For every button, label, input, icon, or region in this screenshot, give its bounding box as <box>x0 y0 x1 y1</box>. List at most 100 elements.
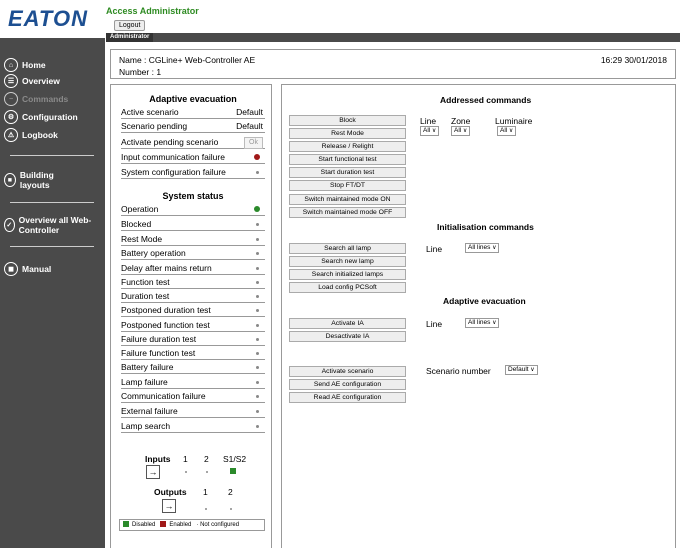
status-label: Failure function test <box>121 348 196 358</box>
sidebar-item-logbook[interactable]: ⚠ Logbook <box>4 128 58 142</box>
sidebar-item-label: Overview <box>22 76 60 86</box>
ok-button[interactable]: Ok <box>244 137 263 149</box>
grey-status-dot <box>205 508 207 510</box>
status-row: Battery failure <box>121 361 265 374</box>
init-line-select[interactable]: All lines <box>465 243 500 253</box>
input-col-s1s2: S1/S2 <box>223 454 247 464</box>
status-row: Operation <box>121 203 265 216</box>
status-label: Delay after mains return <box>121 263 212 273</box>
command-button[interactable]: Search initialized lamps <box>289 269 406 280</box>
grey-status-dot <box>256 324 259 327</box>
command-button[interactable]: Activate IA <box>289 318 406 329</box>
status-label: Battery operation <box>121 248 186 258</box>
red-status-dot <box>254 154 260 160</box>
status-row: Activate pending scenario Ok <box>121 136 265 149</box>
tab-administrator[interactable]: Administrator <box>106 33 154 42</box>
zone-select[interactable]: All <box>451 126 471 136</box>
status-row: Blocked <box>121 218 265 231</box>
status-label: Scenario pending <box>121 121 188 131</box>
status-row: Lamp search <box>121 420 265 433</box>
sidebar-item-building-layouts[interactable]: ■ Building layouts <box>4 170 74 190</box>
sidebar-item-label: Building layouts <box>19 170 54 190</box>
status-label: Postponed duration test <box>121 305 211 315</box>
outputs-label: Outputs <box>154 487 187 497</box>
status-label: Function test <box>121 277 170 287</box>
command-button[interactable]: Start duration test <box>289 167 406 178</box>
status-row: Input communication failure <box>121 151 265 164</box>
status-label: Blocked <box>121 219 152 229</box>
adaptive-evacuation-title: Adaptive evacuation <box>149 94 237 104</box>
luminaire-select[interactable]: All <box>497 126 517 136</box>
scenario-number-select[interactable]: Default <box>505 365 538 375</box>
status-label: Rest Mode <box>121 234 163 244</box>
status-label: Duration test <box>121 291 170 301</box>
status-label: Activate pending scenario <box>121 137 219 147</box>
status-row: Postponed duration test <box>121 304 265 317</box>
command-button[interactable]: Send AE configuration <box>289 379 406 390</box>
legend-disabled-label: Disabled <box>132 522 156 528</box>
datetime: 16:29 30/01/2018 <box>600 55 667 65</box>
status-row: Lamp failure <box>121 376 265 389</box>
grey-status-dot <box>256 281 259 284</box>
status-label: Battery failure <box>121 362 174 372</box>
sidebar-item-overview-all[interactable]: ✓ Overview all Web-Controller <box>4 215 100 235</box>
input-arrow-icon: → <box>146 465 160 479</box>
command-button[interactable]: Release / Relight <box>289 141 406 152</box>
sidebar-item-overview[interactable]: ☰ Overview <box>4 74 60 88</box>
initialisation-commands-title: Initialisation commands <box>437 222 534 232</box>
status-label: Operation <box>121 204 159 214</box>
status-label: Communication failure <box>121 391 206 401</box>
status-row: Failure function test <box>121 347 265 360</box>
grey-status-dot <box>256 381 259 384</box>
command-button[interactable]: Rest Mode <box>289 128 406 139</box>
overview-icon: ☰ <box>4 74 18 88</box>
command-button[interactable]: Switch maintained mode ON <box>289 194 406 205</box>
status-label: System configuration failure <box>121 167 226 177</box>
grey-status-dot <box>206 471 208 473</box>
legend-not-configured-label: Not configured <box>200 522 240 528</box>
command-button[interactable]: Read AE configuration <box>289 392 406 403</box>
command-button[interactable]: Load config PCSoft <box>289 282 406 293</box>
legend-enabled-label: Enabled <box>169 522 192 528</box>
status-row: Function test <box>121 276 265 289</box>
grey-status-dot <box>256 171 259 174</box>
input-col-1: 1 <box>183 454 188 464</box>
grey-status-dot <box>256 425 259 428</box>
ae-line-select[interactable]: All lines <box>465 318 500 328</box>
command-button[interactable]: Start functional test <box>289 154 406 165</box>
controller-name: Name : CGLine+ Web-Controller AE <box>119 55 256 65</box>
status-row: Delay after mains return <box>121 262 265 275</box>
grey-status-dot <box>256 295 259 298</box>
status-row: Scenario pending Default <box>121 120 265 133</box>
command-button[interactable]: Activate scenario <box>289 366 406 377</box>
command-button[interactable]: Block <box>289 115 406 126</box>
command-button[interactable]: Search new lamp <box>289 256 406 267</box>
user-label: Access Administrator <box>106 6 199 16</box>
command-button[interactable]: Switch maintained mode OFF <box>289 207 406 218</box>
status-label: Lamp search <box>121 421 171 431</box>
command-button[interactable]: Desactivate IA <box>289 331 406 342</box>
green-status-square <box>230 468 236 474</box>
sidebar-item-configuration[interactable]: ⚙ Configuration <box>4 110 78 124</box>
legend-green-square <box>123 521 129 528</box>
status-row: Battery operation <box>121 247 265 260</box>
sidebar-item-commands[interactable]: − Commands <box>4 92 68 106</box>
sidebar-item-label: Manual <box>22 264 52 274</box>
building-icon: ■ <box>4 173 16 187</box>
grey-status-dot <box>256 223 259 226</box>
grey-status-dot <box>256 309 259 312</box>
command-button[interactable]: Stop FT/DT <box>289 180 406 191</box>
grey-status-dot <box>256 366 259 369</box>
logout-button[interactable]: Logout <box>114 20 146 31</box>
grey-status-dot <box>256 338 259 341</box>
controller-number: Number : 1 <box>119 67 162 77</box>
status-value: Default <box>236 121 263 131</box>
line-select[interactable]: All <box>420 126 440 136</box>
sidebar-divider <box>10 155 94 156</box>
command-button[interactable]: Search all lamp <box>289 243 406 254</box>
sidebar-item-manual[interactable]: ◼ Manual <box>4 262 51 276</box>
status-value: Default <box>236 107 263 117</box>
sidebar-item-home[interactable]: ⌂ Home <box>4 58 46 72</box>
sidebar: ⌂ Home ☰ Overview − Commands ⚙ Configura… <box>0 38 105 548</box>
output-col-1: 1 <box>203 487 208 497</box>
